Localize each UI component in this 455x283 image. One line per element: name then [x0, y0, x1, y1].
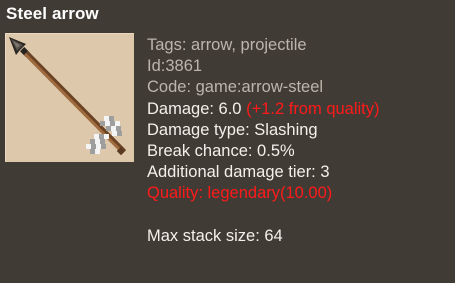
id-line: Id:3861 [147, 57, 203, 76]
item-title: Steel arrow [6, 4, 99, 23]
damage-quality-bonus: (+1.2 from quality) [246, 99, 380, 118]
damage-line: Damage: 6.0 (+1.2 from quality) [147, 99, 380, 120]
steel-arrow-icon [9, 37, 126, 156]
code-line: Code: game:arrow-steel [147, 78, 324, 97]
tags-line: Tags: arrow, projectile [147, 36, 307, 54]
item-tooltip: Steel arrow Tags: arrow, projectile Id:3… [0, 0, 455, 283]
item-icon-slot [5, 33, 134, 162]
quality-line: Quality: legendary(10.00) [147, 184, 333, 203]
break-chance-line: Break chance: 0.5% [147, 141, 295, 160]
damage-type-line: Damage type: Slashing [147, 120, 318, 139]
damage-tier-line: Additional damage tier: 3 [147, 163, 330, 182]
damage-value: Damage: 6.0 [147, 99, 242, 118]
item-info: Tags: arrow, projectile Id:3861 Code: ga… [147, 35, 380, 247]
max-stack-line: Max stack size: 64 [147, 226, 283, 245]
